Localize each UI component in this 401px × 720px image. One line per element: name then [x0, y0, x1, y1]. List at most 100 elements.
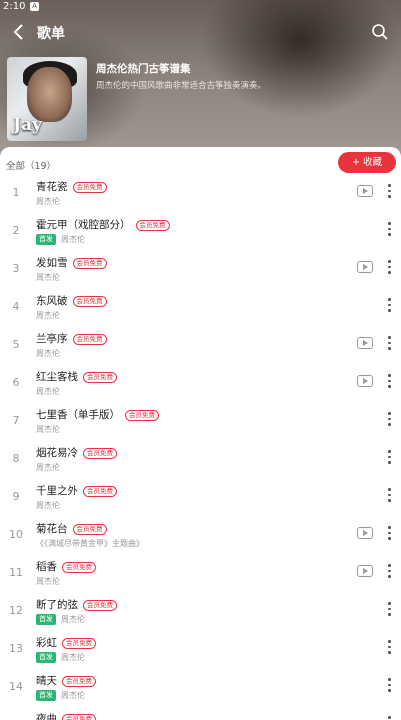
more-options-icon[interactable]: [384, 297, 394, 313]
vip-free-badge: 会员免费: [62, 638, 96, 649]
song-artist: 周杰伦: [36, 349, 60, 358]
song-name: 发如雪: [36, 257, 68, 269]
nav-bar: 歌单: [0, 18, 401, 46]
cover-portrait: [27, 67, 72, 122]
song-name: 兰亭序: [36, 333, 68, 345]
song-subtitle: 《《满城尽带黄金甲》主题曲》: [36, 538, 144, 549]
mv-play-icon[interactable]: [357, 185, 373, 197]
app-notification-icon: A: [30, 2, 39, 11]
mv-play-icon[interactable]: [357, 527, 373, 539]
song-count-label[interactable]: 全部（19）: [6, 158, 56, 172]
song-name: 稻香: [36, 561, 57, 573]
song-subtitle: 首发 周杰伦: [36, 234, 85, 245]
song-index: 7: [12, 414, 20, 427]
playlist-description[interactable]: 周杰伦的中国风歌曲非常适合古筝独奏演奏。: [96, 79, 266, 91]
song-title-line: 青花瓷 会员免费: [36, 179, 107, 194]
playlist-cover[interactable]: Jay: [7, 57, 87, 141]
song-row[interactable]: 4 东风破 会员免费 周杰伦: [0, 290, 401, 328]
song-name: 霍元甲（戏腔部分）: [36, 219, 131, 231]
mv-play-icon[interactable]: [357, 337, 373, 349]
song-artist: 周杰伦: [36, 273, 60, 282]
song-row[interactable]: 7 七里香（单手版） 会员免费周杰伦: [0, 404, 401, 442]
search-icon[interactable]: [371, 23, 389, 41]
song-artist: 周杰伦: [36, 425, 60, 434]
song-index: 1: [12, 186, 20, 199]
song-title-line: 断了的弦 会员免费: [36, 597, 117, 612]
song-row[interactable]: 6 红尘客栈 会员免费 周杰伦: [0, 366, 401, 404]
song-row[interactable]: 14 晴天 会员免费 首发 周杰伦: [0, 670, 401, 708]
mv-play-icon[interactable]: [357, 565, 373, 577]
song-title-line: 烟花易冷 会员免费: [36, 445, 117, 460]
song-subtitle: 首发 周杰伦: [36, 652, 85, 663]
song-name: 彩虹: [36, 637, 57, 649]
more-options-icon[interactable]: [384, 563, 394, 579]
song-list-panel: 全部（19） + 收藏 1 青花瓷 会员免费 周杰伦 2 霍元甲（戏腔部分） 会员免费 首发周…: [0, 147, 401, 720]
song-name: 青花瓷: [36, 181, 68, 193]
song-artist: 周杰伦: [61, 691, 85, 700]
back-icon[interactable]: [10, 23, 28, 41]
song-index: 10: [9, 528, 23, 541]
page-title: 歌单: [37, 26, 65, 42]
song-title-line: 彩虹 会员免费: [36, 635, 96, 650]
song-title-line: 七里香（单手版） 会员免费: [36, 407, 159, 422]
song-row[interactable]: 1 青花瓷 会员免费周杰伦: [0, 176, 401, 214]
song-index: 8: [12, 452, 20, 465]
collect-button[interactable]: + 收藏: [338, 152, 396, 173]
song-row[interactable]: 8 烟花易冷 会员免费 周杰伦: [0, 442, 401, 480]
vip-free-badge: 会员免费: [72, 334, 107, 345]
song-name: 夜曲: [36, 713, 57, 720]
more-options-icon[interactable]: [384, 221, 394, 237]
song-subtitle: 周杰伦: [36, 196, 60, 207]
more-options-icon[interactable]: [384, 677, 394, 693]
mv-play-icon[interactable]: [357, 375, 373, 387]
song-index: 2: [12, 224, 20, 237]
premiere-tag: 首发: [36, 234, 56, 245]
vip-free-badge: 会员免费: [83, 372, 117, 383]
vip-free-badge: 会员免费: [62, 562, 96, 573]
song-row[interactable]: 11 稻香 会员免费 周杰伦: [0, 556, 401, 594]
song-artist: 周杰伦: [61, 653, 85, 662]
song-row[interactable]: 5 兰亭序 会员免费 周杰伦: [0, 328, 401, 366]
song-subtitle: 周杰伦: [36, 310, 60, 321]
more-options-icon[interactable]: [384, 601, 394, 617]
song-row[interactable]: 3 发如雪 会员免费 周杰伦: [0, 252, 401, 290]
mv-play-icon[interactable]: [357, 261, 373, 273]
song-row[interactable]: 10 菊花台 会员免费 《《满城尽带黄金甲》主题曲》: [0, 518, 401, 556]
song-row[interactable]: 9 千里之外 会员免费 周杰伦: [0, 480, 401, 518]
song-title-line: 晴天 会员免费: [36, 673, 96, 688]
song-title-line: 千里之外 会员免费: [36, 483, 117, 498]
song-subtitle: 周杰伦: [36, 348, 60, 359]
song-title-line: 稻香 会员免费: [36, 559, 96, 574]
more-options-icon[interactable]: [384, 259, 394, 275]
song-subtitle: 首发 周杰伦: [36, 690, 85, 701]
song-name: 红尘客栈: [36, 371, 78, 383]
vip-free-badge: 会员免费: [62, 714, 96, 720]
more-options-icon[interactable]: [384, 487, 394, 503]
song-index: 9: [12, 490, 20, 503]
song-title-line: 霍元甲（戏腔部分） 会员免费: [36, 217, 170, 232]
more-options-icon[interactable]: [384, 183, 394, 199]
vip-free-badge: 会员免费: [125, 410, 159, 421]
more-options-icon[interactable]: [384, 639, 394, 655]
song-row[interactable]: 15夜曲会员免费: [0, 708, 401, 720]
song-artist: 周杰伦: [61, 615, 85, 624]
song-row[interactable]: 13 彩虹 会员免费 首发 周杰伦: [0, 632, 401, 670]
premiere-tag: 首发: [36, 652, 56, 663]
more-options-icon[interactable]: [384, 525, 394, 541]
more-options-icon[interactable]: [384, 715, 394, 720]
song-row[interactable]: 2 霍元甲（戏腔部分） 会员免费首发 周杰伦: [0, 214, 401, 252]
more-options-icon[interactable]: [384, 373, 394, 389]
song-name: 菊花台: [36, 523, 68, 535]
more-options-icon[interactable]: [384, 449, 394, 465]
song-title-line: 夜曲 会员免费: [36, 711, 96, 720]
premiere-tag: 首发: [36, 614, 56, 625]
more-options-icon[interactable]: [384, 335, 394, 351]
vip-free-badge: 会员免费: [72, 182, 107, 193]
song-title-line: 红尘客栈 会员免费: [36, 369, 117, 384]
song-subtitle: 周杰伦: [36, 576, 60, 587]
vip-free-badge: 会员免费: [83, 600, 117, 611]
song-subtitle: 周杰伦: [36, 272, 60, 283]
song-title-line: 兰亭序 会员免费: [36, 331, 107, 346]
more-options-icon[interactable]: [384, 411, 394, 427]
song-row[interactable]: 12 断了的弦 会员免费 首发 周杰伦: [0, 594, 401, 632]
